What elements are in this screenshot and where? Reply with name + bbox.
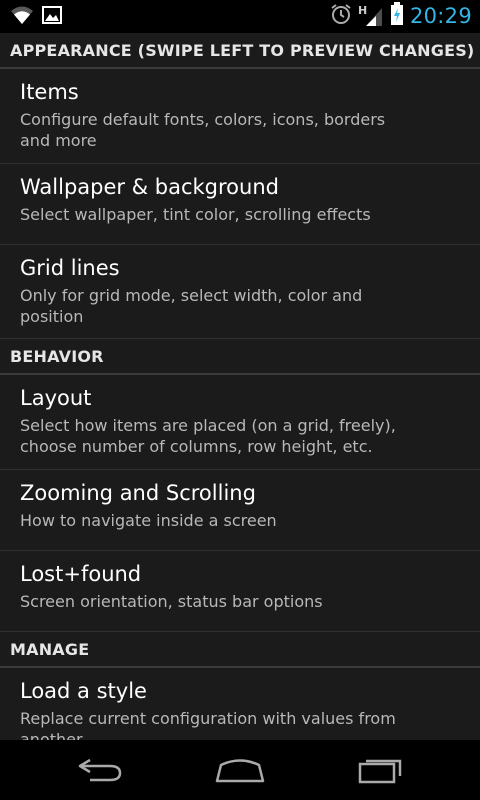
wifi-icon [10,5,34,29]
setting-item-items[interactable]: Items Configure default fonts, colors, i… [0,69,480,164]
back-icon[interactable] [76,754,124,790]
setting-item-zooming-scrolling[interactable]: Zooming and Scrolling How to navigate in… [0,470,480,551]
setting-item-lost-found[interactable]: Lost+found Screen orientation, status ba… [0,551,480,632]
setting-item-load-style[interactable]: Load a style Replace current configurati… [0,668,480,740]
setting-subtitle: Screen orientation, status bar options [20,592,323,611]
setting-item-grid-lines[interactable]: Grid lines Only for grid mode, select wi… [0,245,480,339]
home-icon[interactable] [214,754,266,790]
setting-subtitle: Only for grid mode, select width, color … [20,286,363,326]
section-header-manage: MANAGE [0,632,480,668]
status-bar: H 20:29 [0,0,480,33]
setting-item-wallpaper-background[interactable]: Wallpaper & background Select wallpaper,… [0,164,480,245]
battery-icon [390,2,404,30]
setting-subtitle: Configure default fonts, colors, icons, … [20,110,386,150]
image-icon [42,6,62,28]
status-bar-right: H 20:29 [330,2,472,30]
setting-subtitle: Replace current configuration with value… [20,709,396,740]
setting-title: Wallpaper & background [20,175,279,199]
setting-subtitle: How to navigate inside a screen [20,511,277,530]
setting-title: Lost+found [20,562,142,586]
section-header-behavior: BEHAVIOR [0,339,480,375]
setting-title: Grid lines [20,256,120,280]
status-bar-left [10,5,62,29]
alarm-icon [330,3,352,29]
recent-apps-icon[interactable] [356,754,406,790]
setting-title: Zooming and Scrolling [20,481,256,505]
setting-item-layout[interactable]: Layout Select how items are placed (on a… [0,375,480,470]
setting-subtitle: Select wallpaper, tint color, scrolling … [20,205,371,224]
settings-list[interactable]: APPEARANCE (SWIPE LEFT TO PREVIEW CHANGE… [0,33,480,740]
section-header-appearance: APPEARANCE (SWIPE LEFT TO PREVIEW CHANGE… [0,33,480,69]
setting-title: Items [20,80,79,104]
setting-title: Layout [20,386,92,410]
setting-title: Load a style [20,679,147,703]
setting-subtitle: Select how items are placed (on a grid, … [20,416,396,456]
clock: 20:29 [409,4,472,28]
signal-icon: H [358,4,384,28]
navigation-bar [0,740,480,800]
